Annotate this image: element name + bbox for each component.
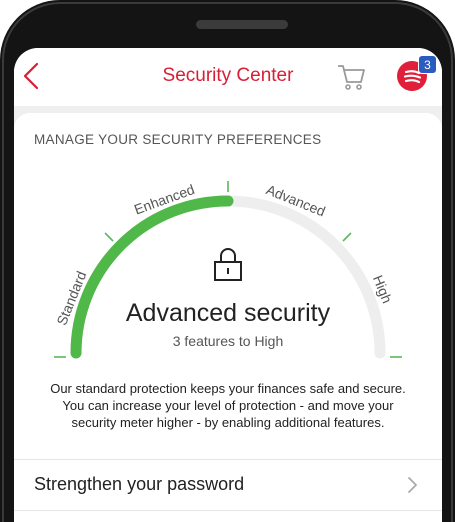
- divider: [14, 510, 442, 511]
- screen: Security Center 3 MANAGE YOUR SECURITY P…: [14, 48, 442, 522]
- chevron-right-icon: [408, 477, 417, 493]
- meter-fill: [70, 195, 234, 359]
- meter-tick: [342, 232, 352, 242]
- current-level-title: Advanced security: [125, 299, 331, 327]
- page-title: Security Center: [162, 65, 294, 86]
- features-to-high: 3 features to High: [172, 333, 284, 349]
- phone-speaker: [196, 20, 288, 29]
- notification-badge: 3: [418, 55, 437, 74]
- navigation-bar: Security Center 3: [14, 48, 442, 106]
- security-preferences-card: MANAGE YOUR SECURITY PREFERENCES Standar…: [14, 113, 442, 522]
- lock-icon: [214, 248, 242, 281]
- security-description: Our standard protection keeps your finan…: [50, 381, 406, 430]
- cart-icon[interactable]: [336, 62, 366, 92]
- row-label: Strengthen your password: [34, 474, 245, 494]
- meter-tick: [104, 232, 114, 242]
- strengthen-password-row[interactable]: Strengthen your password: [14, 460, 442, 510]
- phone-frame: Security Center 3 MANAGE YOUR SECURITY P…: [0, 0, 455, 522]
